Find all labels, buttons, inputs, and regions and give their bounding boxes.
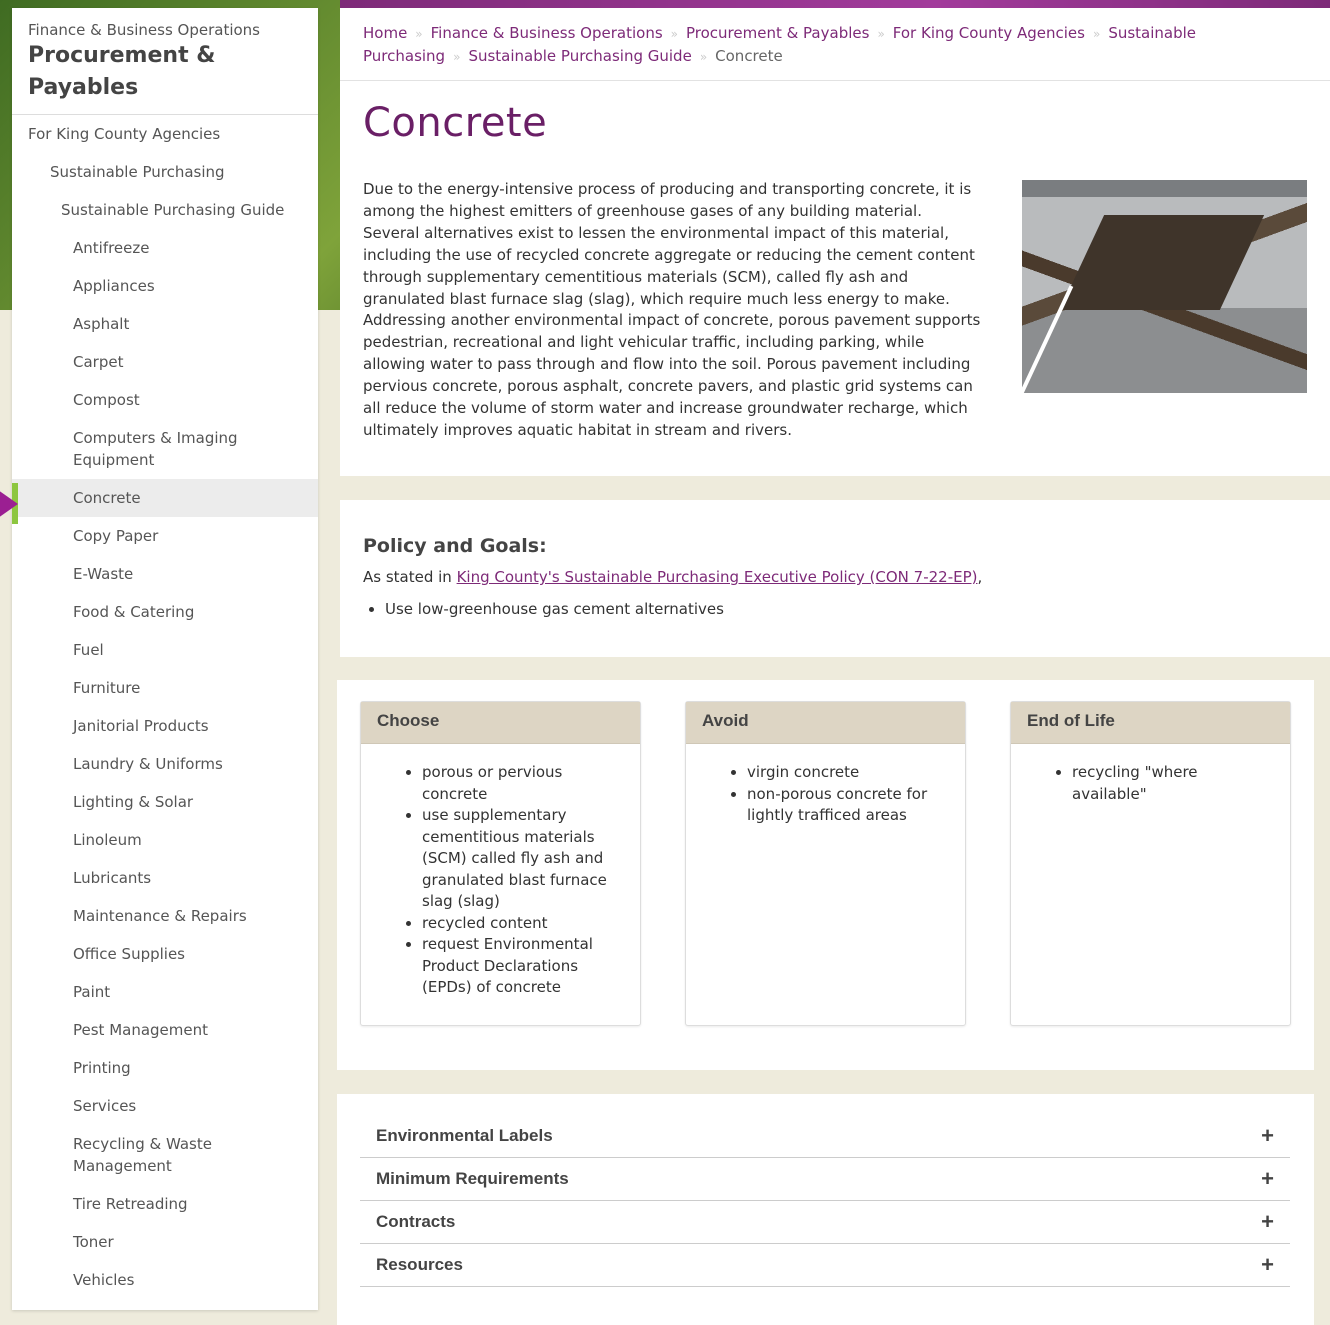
accordion-label: Resources (376, 1255, 463, 1274)
plus-icon[interactable]: + (1261, 1252, 1274, 1278)
policy-goal-item: Use low-greenhouse gas cement alternativ… (385, 600, 724, 618)
choose-avoid-cards: Choose porous or pervious concreteuse sup… (337, 680, 1314, 1070)
card-list-item: recycling "where available" (1072, 762, 1274, 805)
sidebar-item-linoleum[interactable]: Linoleum (12, 821, 318, 859)
breadcrumb-divider (340, 80, 1330, 81)
breadcrumb-separator-icon: » (699, 50, 708, 64)
sidebar-item-furniture[interactable]: Furniture (12, 669, 318, 707)
policy-heading: Policy and Goals: (363, 535, 547, 557)
accordion-item-contracts[interactable]: Contracts + (360, 1201, 1290, 1244)
card-list: virgin concretenon-porous concrete for l… (747, 762, 949, 827)
sidebar-item-lighting-solar[interactable]: Lighting & Solar (12, 783, 318, 821)
intro-paragraph: Due to the energy-intensive process of p… (363, 180, 981, 439)
sidebar-item-for-king-county-agencies[interactable]: For King County Agencies (12, 115, 318, 153)
card-list-item: use supplementary cementitious materials… (422, 805, 624, 913)
card-list-item: non-porous concrete for lightly traffice… (747, 784, 949, 827)
sidebar-item-food-catering[interactable]: Food & Catering (12, 593, 318, 631)
accordion-label: Environmental Labels (376, 1126, 553, 1145)
sidebar-title[interactable]: Procurement & Payables (28, 40, 302, 104)
sidebar-item-laundry-uniforms[interactable]: Laundry & Uniforms (12, 745, 318, 783)
card-title: Choose (361, 702, 640, 744)
breadcrumb-separator-icon: » (877, 27, 885, 41)
sidebar-item-vehicles[interactable]: Vehicles (12, 1261, 318, 1299)
sidebar-item-compost[interactable]: Compost (12, 381, 318, 419)
sidebar-item-lubricants[interactable]: Lubricants (12, 859, 318, 897)
policy-link[interactable]: King County's Sustainable Purchasing Exe… (457, 568, 978, 586)
sidebar-item-sustainable-purchasing[interactable]: Sustainable Purchasing (12, 153, 318, 191)
sidebar-item-e-waste[interactable]: E-Waste (12, 555, 318, 593)
sidebar-kicker[interactable]: Finance & Business Operations (28, 20, 302, 40)
card-list: porous or pervious concreteuse supplemen… (422, 762, 624, 999)
policy-suffix: , (977, 568, 983, 586)
sidebar-item-maintenance-repairs[interactable]: Maintenance & Repairs (12, 897, 318, 935)
accordion-label: Contracts (376, 1212, 456, 1231)
breadcrumb-separator-icon: » (1092, 27, 1101, 41)
breadcrumb-link[interactable]: Sustainable Purchasing Guide (468, 47, 691, 65)
sidebar-item-recycling-waste-management[interactable]: Recycling & Waste Management (12, 1125, 318, 1185)
sidebar-item-printing[interactable]: Printing (12, 1049, 318, 1087)
plus-icon[interactable]: + (1261, 1209, 1274, 1235)
plus-icon[interactable]: + (1261, 1123, 1274, 1149)
breadcrumb-link[interactable]: For King County Agencies (893, 24, 1085, 42)
card-end-of-life: End of Life recycling "where available" (1010, 701, 1291, 1026)
sidebar-item-concrete[interactable]: Concrete (12, 479, 318, 517)
breadcrumb-link[interactable]: Finance & Business Operations (431, 24, 663, 42)
card-choose: Choose porous or pervious concreteuse sup… (360, 701, 641, 1026)
breadcrumb: Home » Finance & Business Operations » Procu… (363, 22, 1313, 68)
policy-goals-list: Use low-greenhouse gas cement alternativ… (385, 600, 724, 618)
card-title: End of Life (1011, 702, 1290, 744)
sidebar: Finance & Business Operations Procuremen… (12, 8, 318, 1310)
card-list-item: request Environmental Product Declaratio… (422, 934, 624, 999)
sidebar-item-toner[interactable]: Toner (12, 1223, 318, 1261)
sidebar-item-carpet[interactable]: Carpet (12, 343, 318, 381)
sidebar-item-antifreeze[interactable]: Antifreeze (12, 229, 318, 267)
sidebar-item-asphalt[interactable]: Asphalt (12, 305, 318, 343)
sidebar-item-paint[interactable]: Paint (12, 973, 318, 1011)
policy-statement: As stated in King County's Sustainable P… (363, 568, 982, 586)
page-title: Concrete (363, 100, 548, 146)
sidebar-item-pest-management[interactable]: Pest Management (12, 1011, 318, 1049)
breadcrumb-link[interactable]: Home (363, 24, 407, 42)
concrete-photo (1022, 180, 1307, 393)
card-avoid: Avoid virgin concretenon-porous concrete … (685, 701, 966, 1026)
policy-prefix: As stated in (363, 568, 457, 586)
active-item-arrow-icon (0, 483, 18, 525)
card-list-item: recycled content (422, 913, 624, 935)
sidebar-item-fuel[interactable]: Fuel (12, 631, 318, 669)
breadcrumb-separator-icon: » (415, 27, 423, 41)
policy-section: Policy and Goals: As stated in King Coun… (340, 500, 1330, 657)
accordion-item-minimum-requirements[interactable]: Minimum Requirements + (360, 1158, 1290, 1201)
breadcrumb-current: Concrete (715, 47, 783, 65)
plus-icon[interactable]: + (1261, 1166, 1274, 1192)
accordion-item-resources[interactable]: Resources + (360, 1244, 1290, 1287)
sidebar-item-tire-retreading[interactable]: Tire Retreading (12, 1185, 318, 1223)
card-list: recycling "where available" (1072, 762, 1274, 805)
card-list-item: virgin concrete (747, 762, 949, 784)
card-title: Avoid (686, 702, 965, 744)
sidebar-nav: For King County Agencies Sustainable Purc… (12, 115, 318, 1299)
sidebar-header: Finance & Business Operations Procuremen… (12, 8, 318, 115)
sidebar-item-office-supplies[interactable]: Office Supplies (12, 935, 318, 973)
breadcrumb-link[interactable]: Procurement & Payables (686, 24, 869, 42)
accordion: Environmental Labels + Minimum Requirement… (337, 1094, 1314, 1325)
sidebar-item-sustainable-purchasing-guide[interactable]: Sustainable Purchasing Guide (12, 191, 318, 229)
breadcrumb-separator-icon: » (670, 27, 678, 41)
breadcrumb-separator-icon: » (453, 50, 461, 64)
accordion-label: Minimum Requirements (376, 1169, 569, 1188)
sidebar-item-services[interactable]: Services (12, 1087, 318, 1125)
card-list-item: porous or pervious concrete (422, 762, 624, 805)
sidebar-item-computers-imaging-equipment[interactable]: Computers & Imaging Equipment (12, 419, 318, 479)
sidebar-item-appliances[interactable]: Appliances (12, 267, 318, 305)
sidebar-item-janitorial-products[interactable]: Janitorial Products (12, 707, 318, 745)
top-accent-stripe (340, 0, 1330, 8)
accordion-item-environmental-labels[interactable]: Environmental Labels + (360, 1115, 1290, 1158)
sidebar-item-copy-paper[interactable]: Copy Paper (12, 517, 318, 555)
main-content: Home » Finance & Business Operations » Procu… (340, 8, 1330, 476)
